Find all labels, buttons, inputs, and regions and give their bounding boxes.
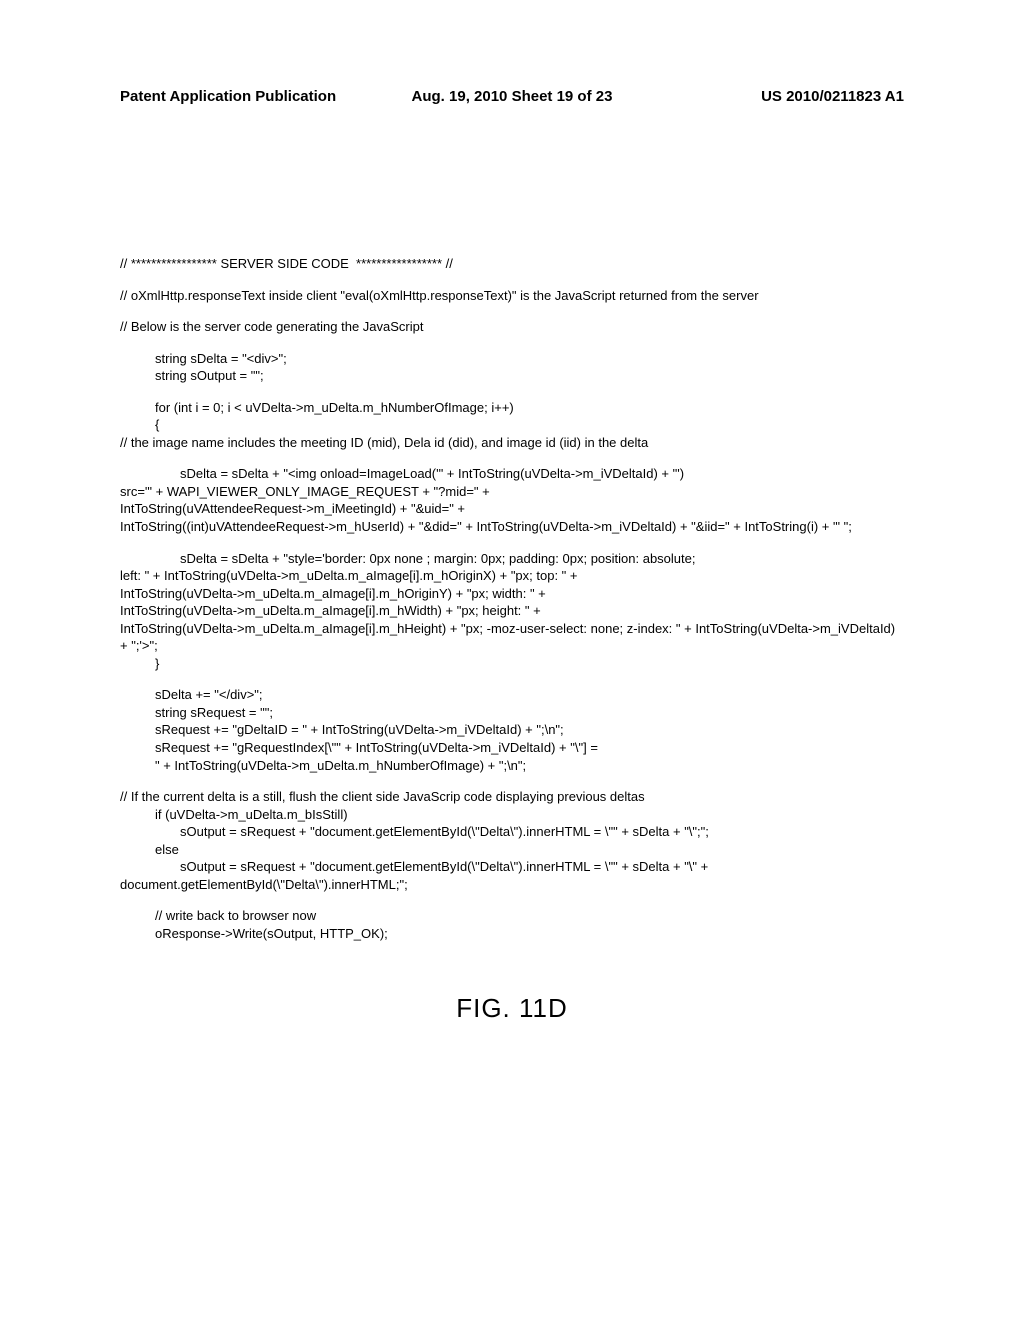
code-sdelta-style-line1: sDelta = sDelta + "style='border: 0px no…: [120, 550, 904, 568]
code-if-still: if (uVDelta->m_uDelta.m_bIsStill): [120, 806, 904, 824]
comment-image-name: // the image name includes the meeting I…: [120, 434, 904, 452]
code-write-back: // write back to browser now oResponse->…: [120, 907, 904, 942]
header-patent-number: US 2010/0211823 A1: [643, 88, 904, 105]
code-close-brace: }: [120, 655, 904, 673]
code-for-loop: for (int i = 0; i < uVDelta->m_uDelta.m_…: [120, 399, 904, 434]
comment-below-server: // Below is the server code generating t…: [120, 318, 904, 336]
code-string-decl: string sDelta = "<div>"; string sOutput …: [120, 350, 904, 385]
page-header: Patent Application Publication Aug. 19, …: [0, 0, 1024, 105]
comment-server-side: // ***************** SERVER SIDE CODE **…: [120, 255, 904, 273]
code-srequest-block: sDelta += "</div>"; string sRequest = ""…: [120, 686, 904, 774]
code-soutput-if: sOutput = sRequest + "document.getElemen…: [120, 823, 904, 841]
code-soutput-else-line1: sOutput = sRequest + "document.getElemen…: [120, 858, 904, 876]
code-sdelta-img-rest: src='" + WAPI_VIEWER_ONLY_IMAGE_REQUEST …: [120, 483, 904, 536]
header-date-sheet: Aug. 19, 2010 Sheet 19 of 23: [381, 88, 642, 105]
figure-label: FIG. 11D: [120, 991, 904, 1026]
code-else: else: [120, 841, 904, 859]
comment-response-text: // oXmlHttp.responseText inside client "…: [120, 287, 904, 305]
code-sdelta-img-line1: sDelta = sDelta + "<img onload=ImageLoad…: [120, 465, 904, 483]
code-listing: // ***************** SERVER SIDE CODE **…: [0, 105, 1024, 1026]
code-soutput-else-line2: document.getElementById(\"Delta\").inner…: [120, 876, 904, 894]
comment-flush: // If the current delta is a still, flus…: [120, 788, 904, 806]
code-sdelta-style-rest: left: " + IntToString(uVDelta->m_uDelta.…: [120, 567, 904, 655]
header-publication: Patent Application Publication: [120, 88, 381, 105]
